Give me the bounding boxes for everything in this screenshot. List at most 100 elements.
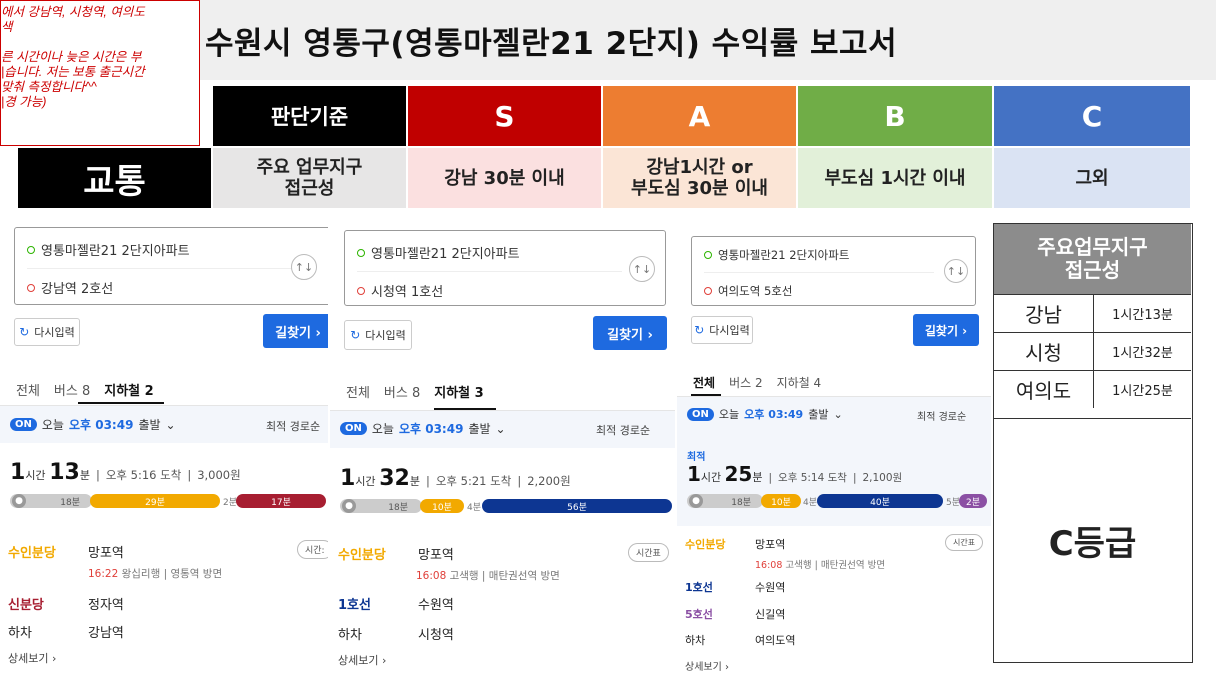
departure-selector[interactable]: ON 오늘 오후 03:49 출발 ⌄ <box>10 416 176 433</box>
sort-selector[interactable]: 최적 경로순 <box>917 408 966 423</box>
grade-c-header: C <box>994 86 1190 146</box>
tab-underline <box>78 402 164 404</box>
sort-selector[interactable]: 최적 경로순 <box>596 422 650 438</box>
route-search-box[interactable]: 영통마젤란21 2단지아파트 강남역 2호선 ↑↓ <box>14 227 328 305</box>
depart-prefix: 오늘 <box>41 418 64 432</box>
reset-label: 다시입력 <box>365 329 406 342</box>
destination-dot-icon <box>357 286 365 295</box>
duration-hours: 1 <box>10 460 26 485</box>
step-station: 망포역 <box>418 548 454 563</box>
minutes-unit: 분 <box>752 471 763 484</box>
reset-button[interactable]: ↻ 다시입력 <box>691 316 753 344</box>
depart-suffix: 출발 <box>468 422 491 436</box>
tab-all[interactable]: 전체 <box>693 374 715 391</box>
step-station: 수원역 <box>755 581 786 594</box>
sub-text: 왕십리행 | 영통역 방면 <box>121 568 223 580</box>
duration-hours: 1 <box>340 466 356 491</box>
origin-field[interactable]: 영통마젤란21 2단지아파트 <box>27 240 190 259</box>
reset-button[interactable]: ↻ 다시입력 <box>14 318 80 346</box>
place-cell: 시청 <box>994 333 1094 370</box>
on-badge: ON <box>340 422 367 435</box>
route-bar: 18분 ● 10분 4분 40분 5분 2분 <box>687 494 987 508</box>
step-station: 신길역 <box>755 608 786 621</box>
note-line: |습니다. 저는 보통 출근시간 <box>1 65 145 79</box>
chevron-down-icon: ⌄ <box>495 421 506 436</box>
arrival-time: 오후 5:16 도착 <box>105 468 182 482</box>
route-step: 1호선 수원역 <box>338 594 454 613</box>
note-line: |경 가능) <box>1 95 47 109</box>
find-route-button[interactable]: 길찾기 › <box>593 316 667 350</box>
time-cell: 1시간25분 <box>1112 384 1173 399</box>
timetable-button[interactable]: 시간: <box>297 540 328 559</box>
destination-text: 시청역 1호선 <box>371 285 444 300</box>
details-link[interactable]: 상세보기 › <box>8 650 56 666</box>
route-panel-gangnam: 영통마젤란21 2단지아파트 강남역 2호선 ↑↓ ↻ 다시입력 길찾기 › 전체… <box>0 222 328 682</box>
transfer-gap: 5분 <box>946 498 961 508</box>
details-link[interactable]: 상세보기 › <box>338 652 386 668</box>
duration-minutes: 13 <box>49 460 80 485</box>
sub-text: 고색행 | 매탄권선역 방면 <box>449 570 560 582</box>
tab-subway[interactable]: 지하철 4 <box>777 374 822 391</box>
grade-a-criterion: 강남1시간 or 부도심 30분 이내 <box>603 148 796 208</box>
find-route-button[interactable]: 길찾기 › <box>263 314 328 348</box>
swap-icon[interactable]: ↑↓ <box>629 256 655 282</box>
timetable-button[interactable]: 시간표 <box>945 534 984 551</box>
minutes-unit: 분 <box>409 475 420 488</box>
sub-time: 16:08 <box>416 570 447 582</box>
transfer-gap: 4분 <box>803 498 818 508</box>
swap-icon[interactable]: ↑↓ <box>291 254 317 280</box>
step-line: 1호선 <box>338 598 371 613</box>
grade-s-header: S <box>408 86 601 146</box>
destination-field[interactable]: 여의도역 5호선 <box>704 283 792 299</box>
origin-field[interactable]: 영통마젤란21 2단지아파트 <box>357 243 520 262</box>
tab-all[interactable]: 전체 <box>16 380 40 399</box>
destination-field[interactable]: 시청역 1호선 <box>357 281 443 300</box>
reset-label: 다시입력 <box>709 324 750 337</box>
route-step: 하차 강남역 <box>8 622 124 641</box>
route-summary: 1시간 32분 | 오후 5:21 도착 | 2,200원 <box>340 466 571 491</box>
sort-selector[interactable]: 최적 경로순 <box>266 418 320 434</box>
tab-all[interactable]: 전체 <box>346 382 370 401</box>
step-station: 시청역 <box>418 628 454 643</box>
step-detail: 16:22 왕십리행 | 영통역 방면 <box>88 566 222 581</box>
origin-text: 영통마젤란21 2단지아파트 <box>41 244 190 259</box>
departure-selector[interactable]: ON 오늘 오후 03:49 출발 ⌄ <box>340 420 506 437</box>
grade-summary-table: 주요업무지구 접근성 강남 1시간13분 시청 1시간32분 여의도 1시간25… <box>993 223 1193 663</box>
step-station: 수원역 <box>418 598 454 613</box>
route-panel-cityhall: 영통마젤란21 2단지아파트 시청역 1호선 ↑↓ ↻ 다시입력 길찾기 › 전체… <box>330 222 675 682</box>
tab-bus[interactable]: 버스 8 <box>54 380 90 399</box>
tab-subway[interactable]: 지하철 2 <box>104 380 153 399</box>
origin-dot-icon <box>357 248 365 257</box>
depart-time: 오후 03:49 <box>68 418 134 432</box>
line-segment: 40분 <box>817 494 943 508</box>
grade-s-criterion: 강남 30분 이내 <box>408 148 601 208</box>
line-segment: 10분 <box>761 494 801 508</box>
step-line: 수인분당 <box>338 548 386 563</box>
swap-icon[interactable]: ↑↓ <box>944 259 968 283</box>
destination-field[interactable]: 강남역 2호선 <box>27 278 113 297</box>
walk-icon: ● <box>12 494 26 508</box>
route-search-box[interactable]: 영통마젤란21 2단지아파트 여의도역 5호선 ↑↓ <box>691 236 976 306</box>
divider <box>27 268 297 269</box>
line-segment: 10분 <box>420 499 464 513</box>
route-step: 하차 여의도역 <box>685 632 795 648</box>
details-link[interactable]: 상세보기 › <box>685 658 729 673</box>
route-step: 1호선 수원역 <box>685 579 785 595</box>
tab-bus[interactable]: 버스 2 <box>729 374 763 391</box>
timetable-button[interactable]: 시간표 <box>628 543 669 562</box>
arrival-time: 오후 5:21 도착 <box>435 474 512 488</box>
origin-text: 영통마젤란21 2단지아파트 <box>371 247 520 262</box>
origin-field[interactable]: 영통마젤란21 2단지아파트 <box>704 247 849 263</box>
note-line: 에서 강남역, 시청역, 여의도 <box>1 5 145 19</box>
tab-bus[interactable]: 버스 8 <box>384 382 420 401</box>
find-route-button[interactable]: 길찾기 › <box>913 314 979 346</box>
departure-selector[interactable]: ON 오늘 오후 03:49 출발 ⌄ <box>687 406 843 422</box>
tab-subway[interactable]: 지하철 3 <box>434 382 483 401</box>
depart-prefix: 오늘 <box>371 422 394 436</box>
on-badge: ON <box>687 407 714 421</box>
route-search-box[interactable]: 영통마젤란21 2단지아파트 시청역 1호선 ↑↓ <box>344 230 666 306</box>
divider <box>357 271 622 272</box>
step-line: 1호선 <box>685 581 713 594</box>
route-panel-yeouido: 영통마젤란21 2단지아파트 여의도역 5호선 ↑↓ ↻ 다시입력 길찾기 › 전… <box>677 222 991 682</box>
reset-button[interactable]: ↻ 다시입력 <box>344 320 412 350</box>
